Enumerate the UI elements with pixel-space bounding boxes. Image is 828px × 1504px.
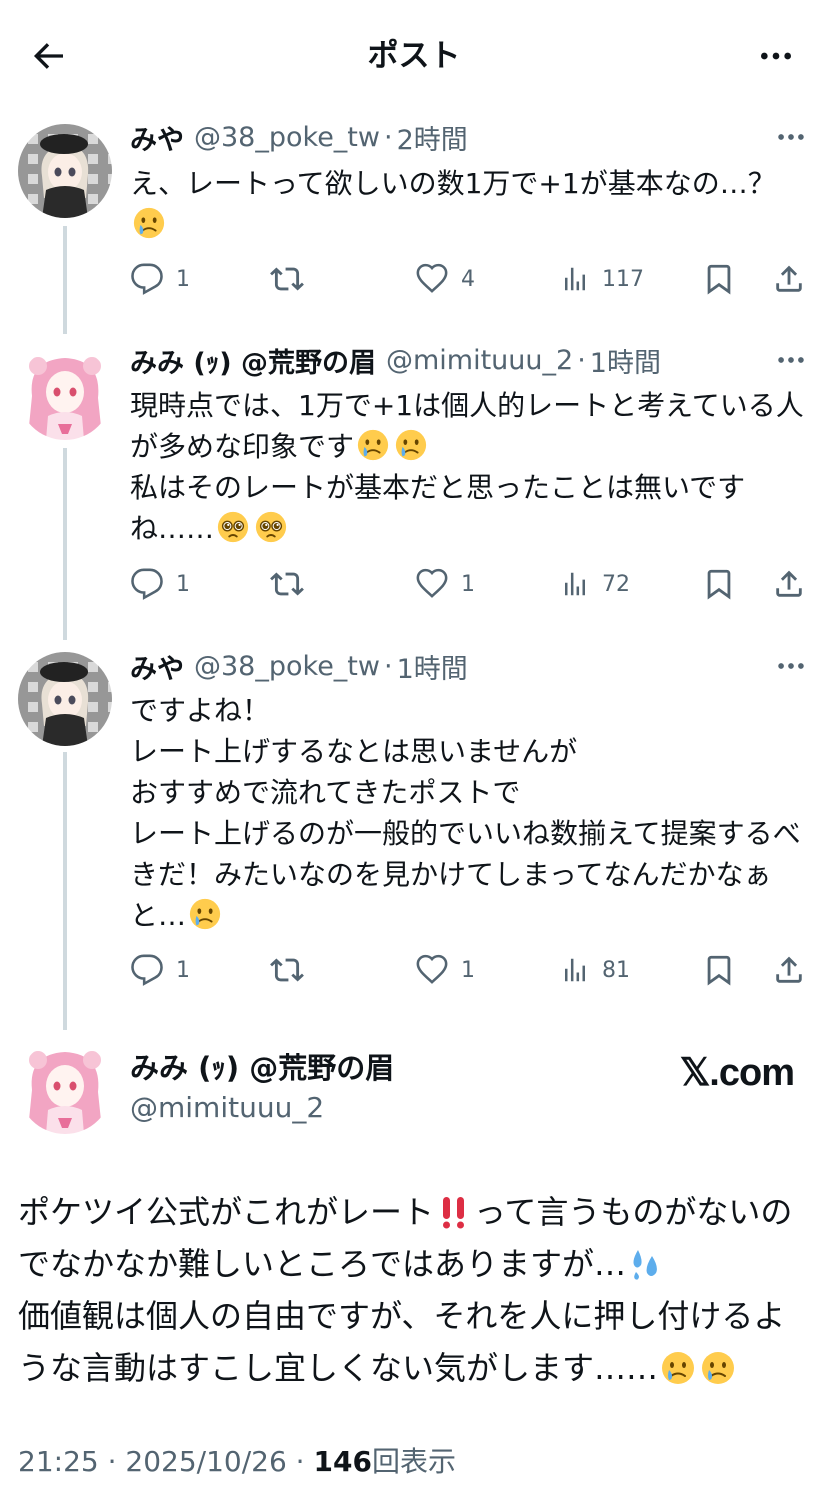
author-handle[interactable]: @mimituuu_2 xyxy=(130,1088,324,1128)
post-time[interactable]: 1時間 xyxy=(397,647,468,686)
repost-button[interactable] xyxy=(270,564,304,604)
pleading-face-icon xyxy=(254,510,288,544)
reply-count: 1 xyxy=(176,957,190,983)
tweet-header: みや @38_poke_tw · 2時間 xyxy=(130,117,808,157)
tweet-text-body: ですよね！ レート上げするなとは思いませんが おすすめで流れてきたポストで レー… xyxy=(130,694,801,932)
share-button[interactable] xyxy=(772,564,806,604)
share-button[interactable] xyxy=(772,259,806,299)
tweet-text: ですよね！ レート上げするなとは思いませんが おすすめで流れてきたポストで レー… xyxy=(130,690,806,936)
double-exclamation-icon xyxy=(436,1194,472,1230)
tweet-header: みみ (ｯ) @荒野の眉 @mimituuu_2 · 1時間 xyxy=(130,340,808,380)
view-count: 146 xyxy=(313,1445,372,1478)
source-label: 𝕏.com xyxy=(679,1051,795,1094)
tweet-text-body: え、レートって欲しいの数1万で+1が基本なの…？ xyxy=(130,167,776,200)
post-time[interactable]: 2時間 xyxy=(397,118,468,157)
crying-face-icon xyxy=(394,428,428,462)
crying-face-icon xyxy=(660,1350,696,1386)
crying-face-icon xyxy=(700,1350,736,1386)
views-button[interactable]: 81 xyxy=(560,950,630,990)
thread-connector xyxy=(63,226,67,334)
sweat-droplets-icon xyxy=(628,1246,664,1282)
bookmark-button[interactable] xyxy=(702,950,736,990)
author-handle[interactable]: @38_poke_tw xyxy=(194,122,380,153)
views-label: 回表示 xyxy=(371,1445,456,1478)
post-text-part1: ポケツイ公式がこれがレート xyxy=(18,1193,435,1231)
like-count: 1 xyxy=(461,957,475,983)
tweet-text-part1: 現時点では、1万で+1は個人的レートと考えている人が多めな印象です xyxy=(130,389,804,463)
reply-count: 1 xyxy=(176,571,190,597)
reply-button[interactable]: 1 xyxy=(130,259,190,299)
reply-count: 1 xyxy=(176,266,190,292)
tweet-more-icon[interactable] xyxy=(774,117,808,157)
tweet-actions: 1 1 72 xyxy=(130,564,810,604)
tweet-text: え、レートって欲しいの数1万で+1が基本なの…？ xyxy=(130,163,806,245)
separator: · xyxy=(383,121,393,153)
tweet-actions: 1 1 81 xyxy=(130,950,810,990)
avatar[interactable] xyxy=(18,652,112,746)
tweet-header: みや @38_poke_tw · 1時間 xyxy=(130,646,808,686)
tweet-text: 現時点では、1万で+1は個人的レートと考えている人が多めな印象です 私はそのレー… xyxy=(130,385,806,549)
page-title: ポスト xyxy=(367,38,461,74)
bookmark-button[interactable] xyxy=(702,564,736,604)
author-name[interactable]: みや xyxy=(130,118,184,157)
views-button[interactable]: 72 xyxy=(560,564,630,604)
like-count: 1 xyxy=(461,571,475,597)
more-options-icon[interactable] xyxy=(750,34,802,78)
crying-face-icon xyxy=(356,428,390,462)
views-button[interactable]: 117 xyxy=(560,259,644,299)
like-count: 4 xyxy=(461,266,475,292)
post-timestamp[interactable]: 21:25 · 2025/10/26 · xyxy=(18,1445,313,1478)
top-bar: ポスト xyxy=(0,0,828,110)
tweet-more-icon[interactable] xyxy=(774,646,808,686)
post-text: ポケツイ公式がこれがレート って言うものがないのでなかなか難しいところではあります… xyxy=(18,1186,812,1394)
repost-button[interactable] xyxy=(270,950,304,990)
post-time[interactable]: 1時間 xyxy=(590,341,661,380)
view-count: 81 xyxy=(602,957,630,983)
reply-button[interactable]: 1 xyxy=(130,950,190,990)
author-name[interactable]: みみ (ｯ) @荒野の眉 xyxy=(130,341,376,380)
avatar[interactable] xyxy=(18,124,112,218)
author-handle[interactable]: @38_poke_tw xyxy=(194,651,380,682)
tweet-actions: 1 4 117 xyxy=(130,259,810,299)
thread-connector xyxy=(63,752,67,1030)
view-count: 72 xyxy=(602,571,630,597)
repost-button[interactable] xyxy=(270,259,304,299)
tweet-more-icon[interactable] xyxy=(774,340,808,380)
crying-face-icon xyxy=(132,206,166,240)
x-com-link[interactable]: 𝕏.com xyxy=(679,1050,795,1094)
author-name[interactable]: みみ (ｯ) @荒野の眉 xyxy=(130,1048,394,1088)
avatar[interactable] xyxy=(18,346,112,440)
thread-connector xyxy=(63,448,67,640)
share-button[interactable] xyxy=(772,950,806,990)
like-button[interactable]: 4 xyxy=(415,259,475,299)
reply-button[interactable]: 1 xyxy=(130,564,190,604)
like-button[interactable]: 1 xyxy=(415,950,475,990)
author-handle[interactable]: @mimituuu_2 xyxy=(386,345,573,376)
bookmark-button[interactable] xyxy=(702,259,736,299)
post-metadata: 21:25 · 2025/10/26 · 146回表示 xyxy=(18,1440,456,1484)
like-button[interactable]: 1 xyxy=(415,564,475,604)
view-count: 117 xyxy=(602,266,644,292)
separator: · xyxy=(383,650,393,682)
pleading-face-icon xyxy=(216,510,250,544)
crying-face-icon xyxy=(188,897,222,931)
author-name[interactable]: みや xyxy=(130,647,184,686)
separator: · xyxy=(577,344,586,376)
avatar[interactable] xyxy=(18,1040,112,1134)
